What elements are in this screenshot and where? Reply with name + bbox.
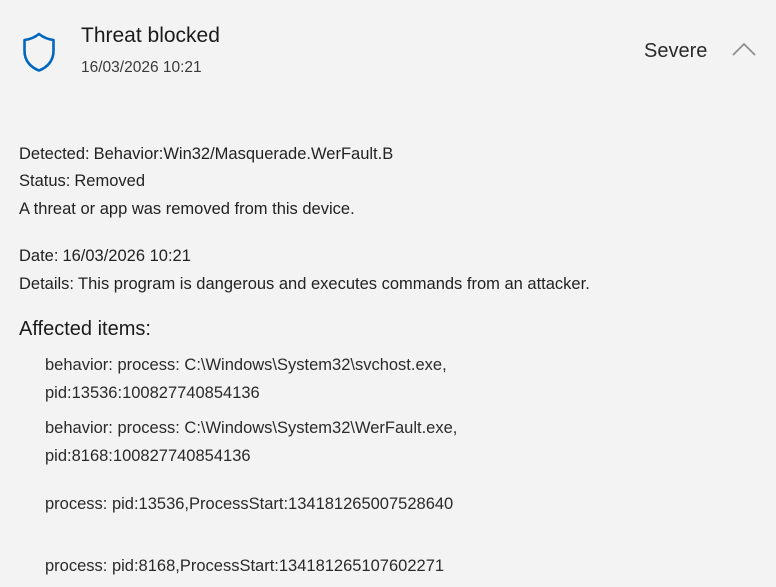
affected-item-line: behavior: process: C:\Windows\System32\W… (45, 419, 458, 437)
detected-label: Detected: (19, 145, 90, 163)
date-value: 16/03/2026 10:21 (62, 247, 191, 265)
affected-item-line: process: pid:13536,ProcessStart:13418126… (45, 495, 454, 513)
status-value: Removed (74, 172, 145, 190)
affected-items-heading: Affected items: (19, 318, 151, 340)
details-row: Details: This program is dangerous and ex… (19, 275, 590, 294)
chevron-up-icon[interactable] (731, 40, 757, 60)
detected-value: Behavior:Win32/Masquerade.WerFault.B (93, 145, 394, 163)
shield-icon (23, 32, 55, 72)
affected-item-line: pid:13536:100827740854136 (45, 384, 260, 402)
status-label: Status: (19, 172, 71, 190)
threat-card: Threat blocked 16/03/2026 10:21 Severe D… (0, 0, 776, 587)
affected-item-line: process: pid:8168,ProcessStart:134181265… (45, 557, 445, 575)
date-row: Date: 16/03/2026 10:21 (19, 247, 191, 266)
status-message: A threat or app was removed from this de… (19, 200, 355, 218)
details-label: Details: (19, 275, 75, 293)
date-label: Date: (19, 247, 59, 265)
status-row: Status: Removed (19, 172, 145, 191)
details-value: This program is dangerous and executes c… (78, 275, 590, 293)
severity-label: Severe (644, 40, 708, 62)
page-title: Threat blocked (81, 24, 220, 47)
threat-header[interactable]: Threat blocked 16/03/2026 10:21 Severe (0, 0, 776, 100)
affected-item-line: behavior: process: C:\Windows\System32\s… (45, 356, 447, 374)
affected-item-line: pid:8168:100827740854136 (45, 447, 251, 465)
threat-timestamp: 16/03/2026 10:21 (81, 59, 202, 76)
detected-row: Detected: Behavior:Win32/Masquerade.WerFa… (19, 145, 393, 164)
